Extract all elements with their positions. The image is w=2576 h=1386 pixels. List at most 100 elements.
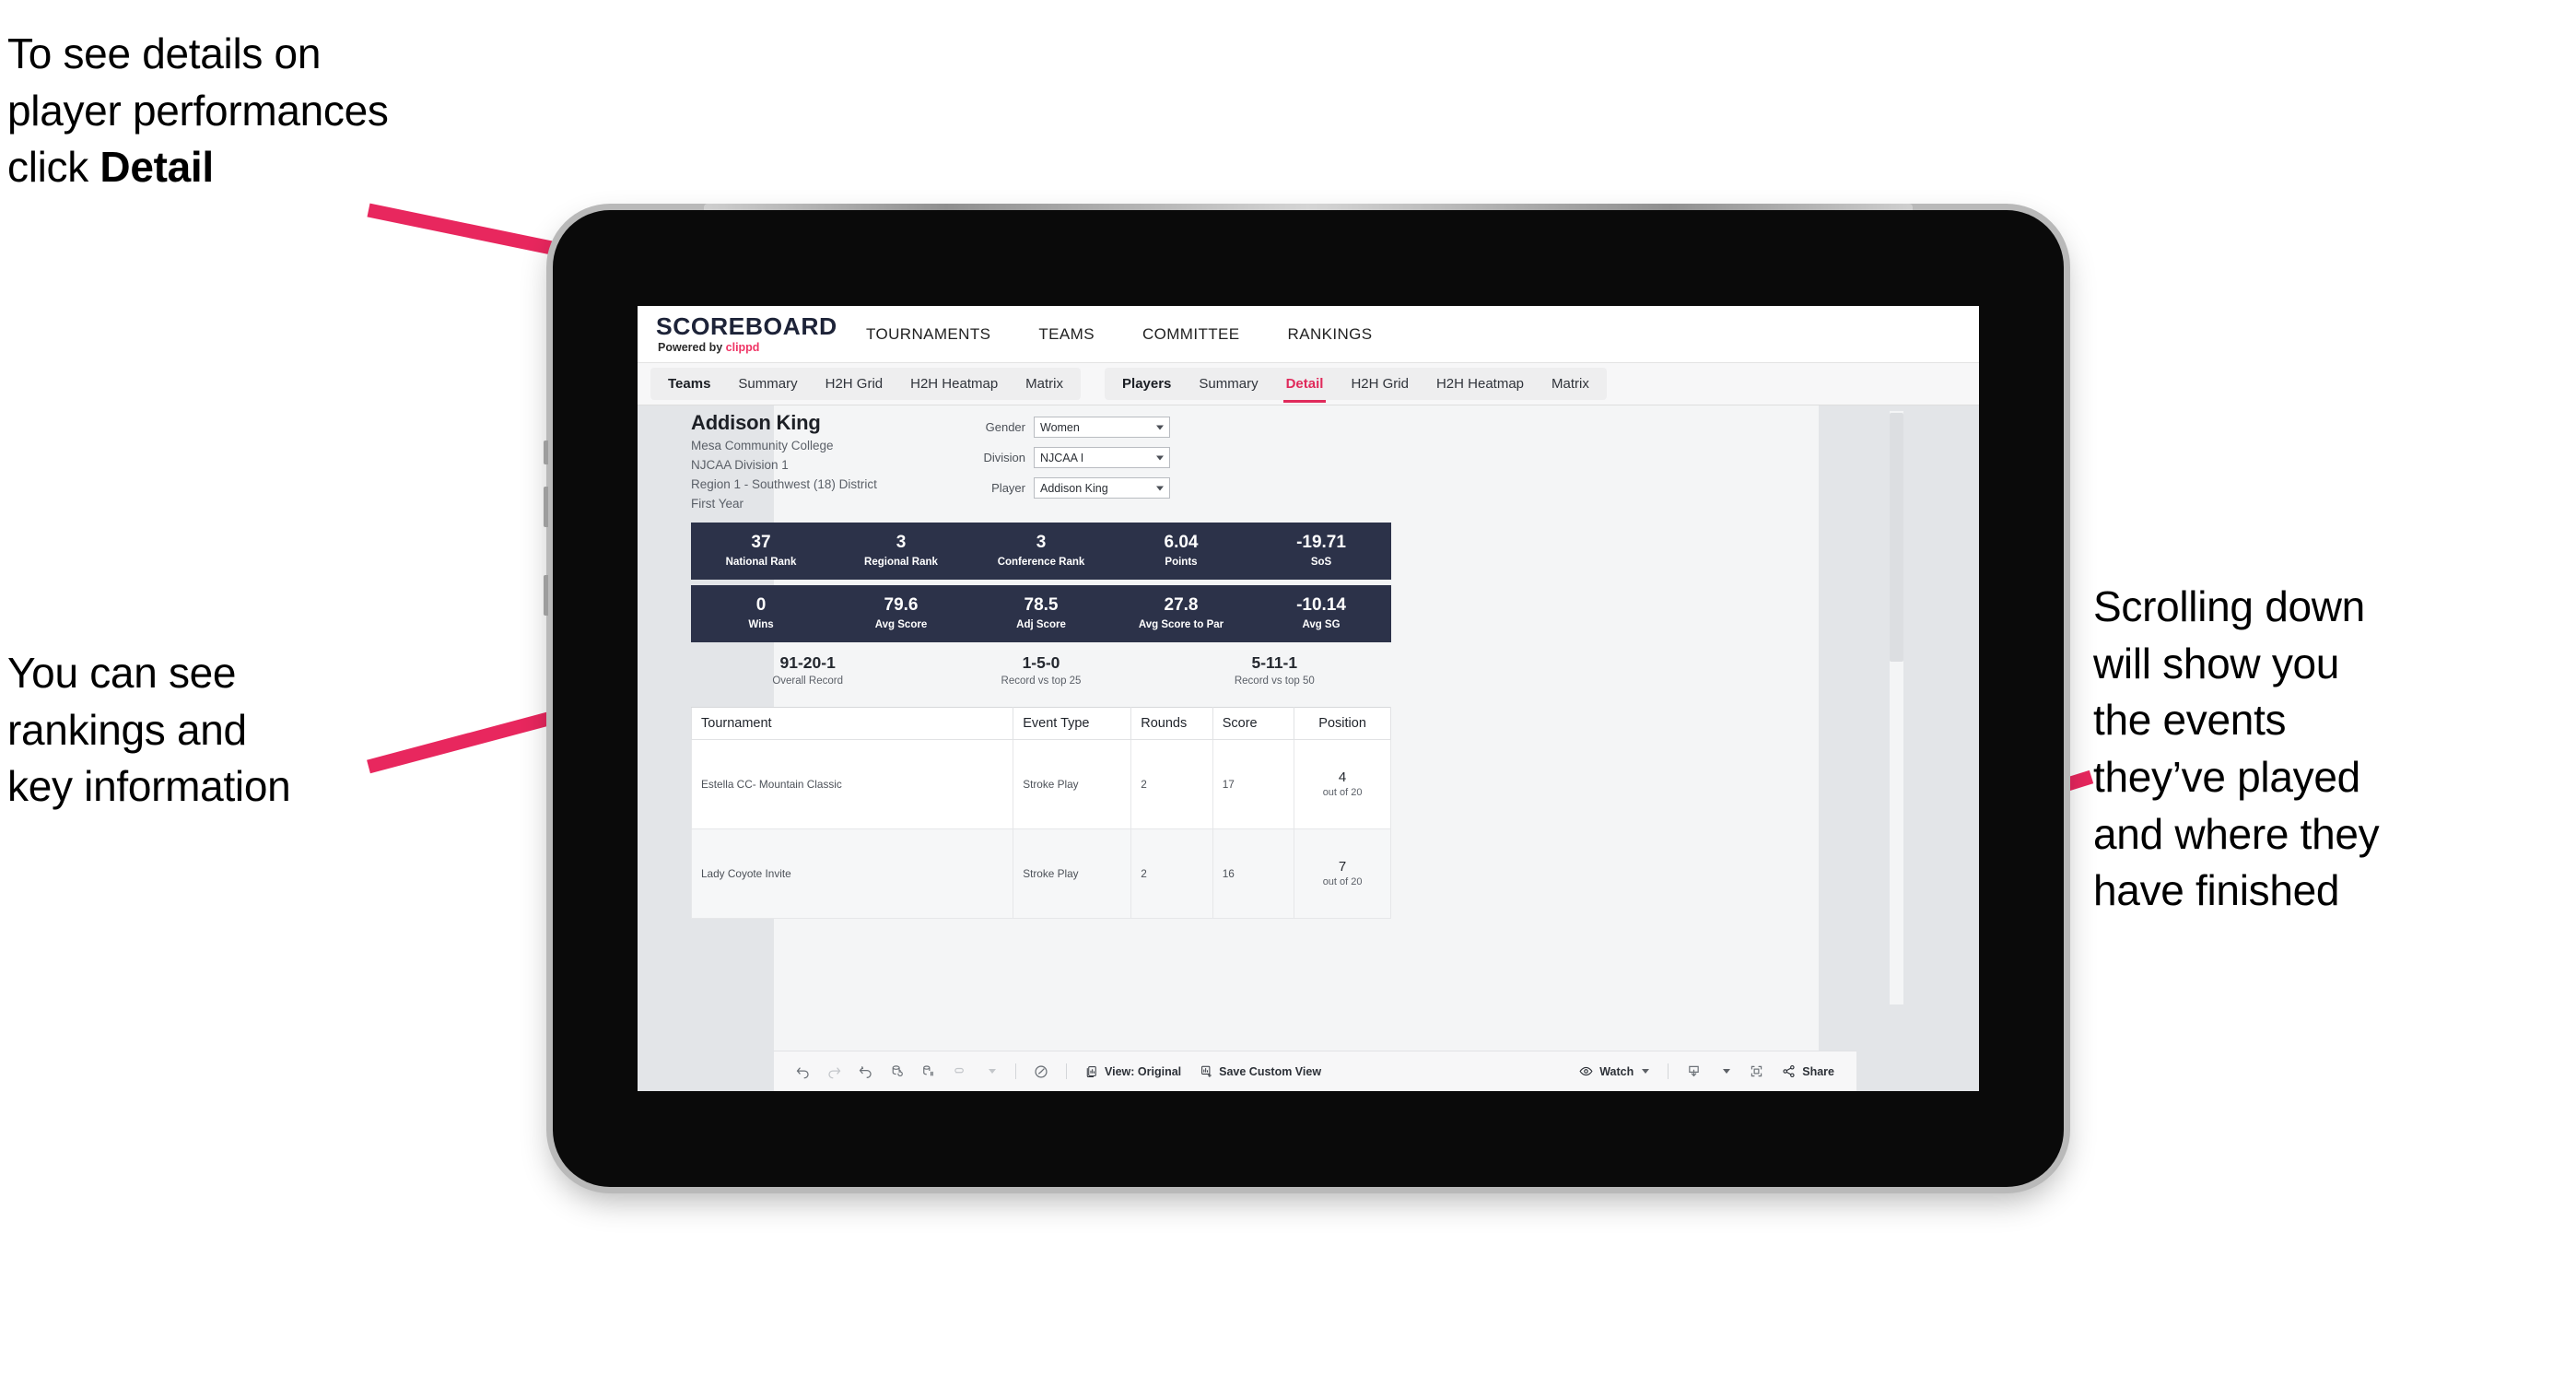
annotation-right: Scrolling down will show you the events … <box>2093 582 2380 915</box>
tab-teams-summary[interactable]: Summary <box>724 371 811 396</box>
toolbar-divider <box>1066 1063 1067 1079</box>
record-vs-top-50-value: 5-11-1 <box>1251 652 1298 672</box>
tab-players-h2h-heatmap[interactable]: H2H Heatmap <box>1423 371 1538 396</box>
stat-avg-score-value: 79.6 <box>884 595 919 616</box>
logo-powered-prefix: Powered by <box>658 341 726 354</box>
pause-updates-icon[interactable] <box>912 1058 943 1086</box>
chevron-down-icon <box>1156 486 1164 490</box>
table-header-row: Tournament Event Type Rounds Score Posit… <box>690 706 1391 740</box>
col-position[interactable]: Position <box>1294 706 1391 740</box>
tab-players-matrix[interactable]: Matrix <box>1538 371 1603 396</box>
cell-position-rank: 4 <box>1338 769 1347 786</box>
tab-players-h2h-grid[interactable]: H2H Grid <box>1337 371 1423 396</box>
save-custom-view-button[interactable]: Save Custom View <box>1190 1064 1330 1078</box>
redo-icon[interactable] <box>818 1058 849 1086</box>
cell-position-field: out of 20 <box>1322 876 1363 888</box>
tableau-toolbar: View: Original Save Custom View Watch Sh… <box>774 1051 1856 1091</box>
filter-panel: Gender Women Division NJCAA I Player Add… <box>940 417 1170 508</box>
stat-national-rank: 37 National Rank <box>691 523 831 580</box>
col-score[interactable]: Score <box>1212 706 1295 740</box>
watch-button[interactable]: Watch <box>1569 1063 1658 1079</box>
view-original-label: View: Original <box>1105 1064 1182 1078</box>
chevron-down-icon <box>1156 455 1164 460</box>
logo-powered-by: Powered by clippd <box>658 341 842 354</box>
highlight-dropdown-caret-icon[interactable] <box>975 1058 1006 1086</box>
record-vs-top-50-label: Record vs top 50 <box>1234 675 1315 687</box>
filter-division: Division NJCAA I <box>940 447 1170 468</box>
filter-gender: Gender Women <box>940 417 1170 438</box>
ranking-stats-bar: 37 National Rank 3 Regional Rank 3 Confe… <box>691 522 1391 580</box>
stat-wins: 0 Wins <box>691 585 831 642</box>
refresh-data-icon[interactable] <box>881 1058 912 1086</box>
stat-avg-sg: -10.14 Avg SG <box>1251 585 1391 642</box>
record-vs-top-50: 5-11-1 Record vs top 50 <box>1158 653 1391 687</box>
annotation-top-left-bold: Detail <box>100 143 214 192</box>
highlight-icon[interactable] <box>943 1058 975 1086</box>
revert-icon[interactable] <box>849 1058 881 1086</box>
cell-tournament: Lady Coyote Invite <box>690 828 1014 919</box>
vertical-scrollbar-thumb[interactable] <box>1890 413 1903 662</box>
primary-nav: TOURNAMENTS TEAMS COMMITTEE RANKINGS <box>842 306 1397 362</box>
tab-teams-matrix[interactable]: Matrix <box>1012 371 1077 396</box>
chevron-down-icon <box>1156 425 1164 429</box>
cell-score: 16 <box>1212 828 1295 919</box>
cell-rounds: 2 <box>1130 738 1213 829</box>
cell-event-type: Stroke Play <box>1013 738 1132 829</box>
cell-tournament: Estella CC- Mountain Classic <box>690 738 1014 829</box>
reset-filters-icon[interactable] <box>1025 1058 1057 1086</box>
stat-avg-score-to-par-value: 27.8 <box>1164 595 1199 616</box>
nav-committee[interactable]: COMMITTEE <box>1118 306 1264 362</box>
filter-player-select[interactable]: Addison King <box>1034 477 1170 499</box>
stat-adj-score: 78.5 Adj Score <box>971 585 1111 642</box>
record-vs-top-25-value: 1-5-0 <box>1022 652 1060 672</box>
tablet-screen: SCOREBOARD Powered by clippd TOURNAMENTS… <box>638 306 1979 1091</box>
annotation-left: You can see rankings and key information <box>7 649 291 811</box>
stat-avg-sg-label: Avg SG <box>1302 619 1341 631</box>
device-button-volume-down[interactable] <box>544 575 548 616</box>
stat-regional-rank: 3 Regional Rank <box>831 523 971 580</box>
cell-rounds: 2 <box>1130 828 1213 919</box>
download-icon[interactable] <box>1678 1058 1709 1086</box>
nav-rankings[interactable]: RANKINGS <box>1264 306 1397 362</box>
stat-wins-label: Wins <box>748 619 774 631</box>
stat-points-label: Points <box>1165 557 1198 569</box>
annotation-top-left: To see details on player performances cl… <box>7 26 634 196</box>
filter-gender-select[interactable]: Women <box>1034 417 1170 438</box>
tab-players-detail[interactable]: Detail <box>1272 371 1338 403</box>
nav-teams[interactable]: TEAMS <box>1014 306 1118 362</box>
view-original-button[interactable]: View: Original <box>1076 1064 1190 1078</box>
stat-conference-rank: 3 Conference Rank <box>971 523 1111 580</box>
record-vs-top-25-label: Record vs top 25 <box>1001 675 1082 687</box>
record-overall-value: 91-20-1 <box>779 652 836 672</box>
col-event-type[interactable]: Event Type <box>1013 706 1132 740</box>
filter-division-value: NJCAA I <box>1040 451 1084 464</box>
filter-division-select[interactable]: NJCAA I <box>1034 447 1170 468</box>
record-summary-row: 91-20-1 Overall Record 1-5-0 Record vs t… <box>691 653 1391 687</box>
tab-players-summary[interactable]: Summary <box>1185 371 1271 396</box>
share-label: Share <box>1802 1064 1834 1078</box>
nav-tournaments[interactable]: TOURNAMENTS <box>842 306 1014 362</box>
share-button[interactable]: Share <box>1772 1063 1844 1079</box>
download-dropdown-caret-icon[interactable] <box>1709 1058 1740 1086</box>
tab-teams-h2h-grid[interactable]: H2H Grid <box>812 371 897 396</box>
fullscreen-icon[interactable] <box>1740 1058 1772 1086</box>
tab-group-players: Players Summary Detail H2H Grid H2H Heat… <box>1105 368 1607 403</box>
stat-conference-rank-value: 3 <box>1036 533 1047 553</box>
filter-player-label: Player <box>991 481 1025 495</box>
table-row[interactable]: Lady Coyote Invite Stroke Play 2 16 7 ou… <box>690 828 1391 919</box>
col-rounds[interactable]: Rounds <box>1130 706 1213 740</box>
col-tournament[interactable]: Tournament <box>690 706 1014 740</box>
record-vs-top-25: 1-5-0 Record vs top 25 <box>924 653 1157 687</box>
table-row[interactable]: Estella CC- Mountain Classic Stroke Play… <box>690 738 1391 829</box>
chevron-down-icon <box>1642 1069 1650 1074</box>
stat-points: 6.04 Points <box>1111 523 1251 580</box>
undo-icon[interactable] <box>787 1058 818 1086</box>
cell-score: 17 <box>1212 738 1295 829</box>
stat-regional-rank-label: Regional Rank <box>864 557 938 569</box>
tab-teams-h2h-heatmap[interactable]: H2H Heatmap <box>896 371 1012 396</box>
scoreboard-logo[interactable]: SCOREBOARD Powered by clippd <box>656 314 842 354</box>
device-button-volume-up[interactable] <box>544 487 548 527</box>
slide-canvas: To see details on player performances cl… <box>0 0 2576 1386</box>
device-button-silent[interactable] <box>544 440 548 464</box>
stat-avg-sg-value: -10.14 <box>1296 595 1346 616</box>
